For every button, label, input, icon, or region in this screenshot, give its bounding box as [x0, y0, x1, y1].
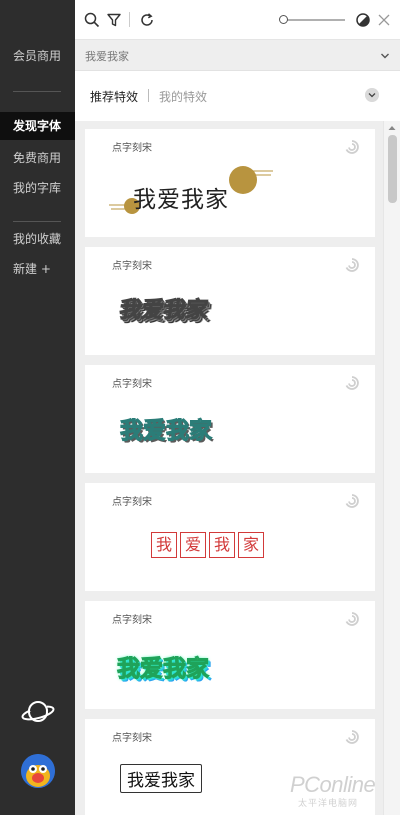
- refresh-icon[interactable]: [139, 12, 155, 28]
- close-icon[interactable]: [376, 12, 392, 28]
- effect-preview-boxed: 我 爱 我 家: [151, 532, 264, 558]
- card-font-name: 点字刻宋: [112, 615, 152, 626]
- tab-divider: [148, 89, 149, 102]
- font-size-slider-knob[interactable]: [279, 15, 288, 24]
- effect-tabs: 推荐特效 我的特效: [75, 71, 400, 121]
- sidebar-item-free-commercial[interactable]: 免费商用: [13, 149, 61, 166]
- card-font-name: 点字刻宋: [112, 379, 152, 390]
- effect-card[interactable]: 点字刻宋 我 爱 我 家: [85, 483, 375, 591]
- sidebar: 会员商用 发现字体 免费商用 我的字库 我的收藏 新建 +: [0, 0, 75, 815]
- toolbar-divider: [129, 12, 130, 27]
- effect-preview-text: 我爱我家: [117, 298, 210, 324]
- card-font-name: 点字刻宋: [112, 261, 152, 272]
- effect-card[interactable]: 点字刻宋 我爱我家: [85, 601, 375, 709]
- scroll-up-arrow-icon[interactable]: [388, 125, 396, 131]
- watermark-subtitle: 太平洋电脑网: [298, 799, 359, 809]
- sidebar-item-discover[interactable]: 发现字体: [0, 112, 75, 140]
- sidebar-divider: [13, 91, 61, 92]
- planet-icon[interactable]: [20, 696, 56, 728]
- card-font-name: 点字刻宋: [112, 733, 152, 744]
- sidebar-item-new[interactable]: 新建 +: [13, 260, 51, 277]
- swirl-logo-icon[interactable]: [344, 493, 360, 509]
- watermark-logo: PConline: [290, 772, 376, 797]
- expand-chevron-icon[interactable]: [365, 88, 379, 102]
- avatar-bird-icon: [21, 754, 55, 788]
- swirl-logo-icon[interactable]: [344, 729, 360, 745]
- search-icon[interactable]: [84, 12, 100, 28]
- swirl-logo-icon[interactable]: [344, 257, 360, 273]
- tab-my-effects[interactable]: 我的特效: [159, 88, 207, 105]
- swirl-logo-icon[interactable]: [344, 611, 360, 627]
- boxed-char: 家: [238, 532, 264, 558]
- effect-card[interactable]: 点字刻宋 我爱我家: [85, 129, 375, 237]
- preview-text-bar: [75, 40, 400, 71]
- effect-preview-text: 我爱我家: [120, 764, 202, 793]
- card-font-name: 点字刻宋: [112, 497, 152, 508]
- font-size-slider[interactable]: [283, 19, 345, 21]
- watermark: PConline 太平洋电脑网: [290, 770, 396, 810]
- theme-contrast-icon[interactable]: [355, 12, 371, 28]
- swirl-logo-icon[interactable]: [344, 375, 360, 391]
- boxed-char: 我: [151, 532, 177, 558]
- swirl-logo-icon[interactable]: [344, 139, 360, 155]
- card-font-name: 点字刻宋: [112, 143, 152, 154]
- effect-preview-text: 我爱我家: [133, 187, 229, 213]
- scroll-thumb[interactable]: [388, 135, 397, 203]
- top-toolbar: [75, 0, 400, 40]
- effect-card[interactable]: 点字刻宋 我爱我家: [85, 365, 375, 473]
- effect-preview-text: 我爱我家: [117, 656, 210, 683]
- sidebar-item-my-fonts[interactable]: 我的字库: [13, 179, 61, 196]
- boxed-char: 爱: [180, 532, 206, 558]
- effect-list: 点字刻宋 我爱我家 点字刻宋 我爱我家 点字刻宋 我爱我家 点字刻宋 我 爱 我…: [75, 121, 383, 815]
- sidebar-divider: [13, 221, 61, 222]
- effect-preview-text: 我爱我家: [120, 418, 213, 445]
- filter-icon[interactable]: [106, 12, 122, 28]
- sidebar-item-vip[interactable]: 会员商用: [13, 47, 61, 64]
- preview-text-input[interactable]: [85, 46, 375, 66]
- tab-recommended[interactable]: 推荐特效: [90, 88, 138, 105]
- chevron-down-icon[interactable]: [380, 52, 390, 60]
- scrollbar[interactable]: [383, 121, 400, 815]
- sidebar-item-favorites[interactable]: 我的收藏: [13, 230, 61, 247]
- boxed-char: 我: [209, 532, 235, 558]
- avatar[interactable]: [21, 754, 55, 788]
- effect-card[interactable]: 点字刻宋 我爱我家: [85, 247, 375, 355]
